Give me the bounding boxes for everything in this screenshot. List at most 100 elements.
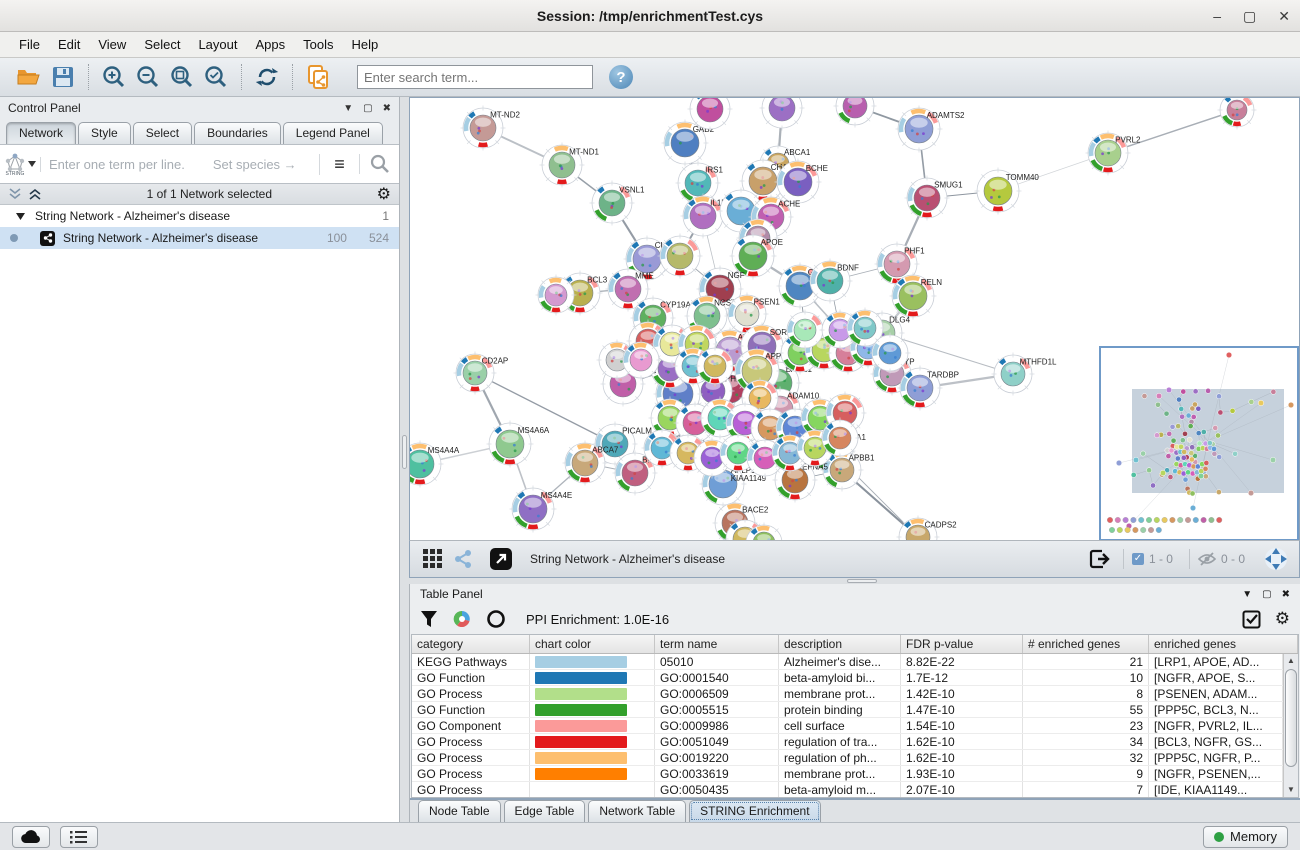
zoom-out-icon[interactable] [131, 61, 165, 93]
close-icon[interactable]: ✕ [1278, 9, 1290, 23]
network-node-vsnl1[interactable]: VSNL1 [590, 181, 646, 226]
export-network-icon[interactable] [1085, 545, 1115, 573]
string-search-icon[interactable] [359, 154, 399, 174]
network-node[interactable] [760, 98, 805, 131]
table-row[interactable]: GO ComponentGO:0009986cell surface1.54E-… [412, 718, 1283, 734]
scroll-down-icon[interactable]: ▼ [1285, 784, 1297, 796]
network-node-mthfd1l[interactable]: MTHFD1L [992, 353, 1058, 396]
filter-icon[interactable] [420, 610, 438, 628]
menu-layout[interactable]: Layout [189, 33, 246, 56]
table-scrollbar[interactable]: ▲ ▼ [1283, 654, 1298, 797]
menu-help[interactable]: Help [343, 33, 388, 56]
network-node-smug1[interactable]: SMUG1 [905, 176, 964, 221]
network-share-button[interactable] [301, 61, 335, 93]
horizontal-splitter[interactable] [409, 578, 1300, 584]
table-settings-gear-icon[interactable]: ⚙ [1275, 609, 1290, 629]
network-collection-row[interactable]: String Network - Alzheimer's disease 1 [0, 205, 399, 227]
table-row[interactable]: GO FunctionGO:0005515protein binding1.47… [412, 702, 1283, 718]
table-row[interactable]: GO FunctionGO:0001540beta-amyloid bi...1… [412, 670, 1283, 686]
network-node[interactable] [785, 310, 826, 351]
scroll-up-icon[interactable]: ▲ [1285, 655, 1297, 667]
column-header-description[interactable]: description [779, 635, 901, 653]
table-row[interactable]: KEGG Pathways05010Alzheimer's dise...8.8… [412, 654, 1283, 670]
grid-view-icon[interactable] [418, 545, 448, 573]
tab-boundaries[interactable]: Boundaries [194, 122, 281, 144]
table-row[interactable]: GO ProcessGO:0033619membrane prot...1.93… [412, 766, 1283, 782]
column-header-fdr-p-value[interactable]: FDR p-value [901, 635, 1023, 653]
table-panel-float-icon[interactable]: ▢ [1262, 589, 1271, 600]
tab-legend-panel[interactable]: Legend Panel [283, 122, 383, 144]
table-row[interactable]: GO ProcessGO:0050435beta-amyloid m...2.0… [412, 782, 1283, 797]
network-node-cd2ap[interactable]: CD2AP [454, 352, 509, 395]
panel-close-icon[interactable]: ✖ [383, 103, 391, 114]
network-node-ms4a4a[interactable]: MS4A4A [410, 441, 460, 488]
network-node[interactable] [695, 346, 736, 387]
zoom-in-icon[interactable] [97, 61, 131, 93]
birds-eye-view[interactable] [1099, 346, 1299, 540]
share-view-icon[interactable] [448, 545, 478, 573]
network-options-gear-icon[interactable]: ⚙ [377, 184, 391, 204]
pie-chart-icon[interactable] [452, 609, 472, 629]
column-header-term-name[interactable]: term name [655, 635, 779, 653]
network-node-adamts2[interactable]: ADAMTS2 [896, 106, 966, 153]
menu-select[interactable]: Select [135, 33, 189, 56]
network-node[interactable] [834, 98, 877, 128]
table-panel-menu-icon[interactable]: ▼ [1242, 589, 1252, 600]
network-node[interactable] [658, 234, 703, 279]
table-panel-close-icon[interactable]: ✖ [1282, 589, 1290, 600]
navigator-compass-icon[interactable] [1261, 545, 1291, 573]
open-session-button[interactable] [12, 61, 46, 93]
tab-edge-table[interactable]: Edge Table [504, 800, 586, 822]
menu-apps[interactable]: Apps [247, 33, 295, 56]
scrollbar-thumb[interactable] [1285, 669, 1297, 767]
panel-menu-icon[interactable]: ▼ [343, 103, 353, 114]
zoom-fit-icon[interactable] [165, 61, 199, 93]
refresh-icon[interactable] [250, 61, 284, 93]
column-header-chart-color[interactable]: chart color [530, 635, 655, 653]
network-node[interactable] [536, 275, 577, 316]
column-header-category[interactable]: category [412, 635, 530, 653]
memory-button[interactable]: Memory [1203, 826, 1288, 848]
network-node-pvrl2[interactable]: PVRL2 [1086, 131, 1142, 176]
zoom-selected-icon[interactable] [199, 61, 233, 93]
tab-string-enrichment[interactable]: STRING Enrichment [689, 800, 820, 822]
column-header--enriched-genes[interactable]: # enriched genes [1023, 635, 1149, 653]
column-header-enriched-genes[interactable]: enriched genes [1149, 635, 1298, 653]
network-node-cadps2[interactable]: CADPS2 [897, 516, 958, 541]
maximize-icon[interactable]: ▢ [1243, 9, 1256, 23]
panel-float-icon[interactable]: ▢ [363, 103, 372, 114]
ring-chart-icon[interactable] [486, 609, 506, 629]
network-node-il1b[interactable]: IL1B [681, 194, 727, 239]
table-row[interactable]: GO ProcessGO:0006509membrane prot...1.42… [412, 686, 1283, 702]
tab-network-table[interactable]: Network Table [588, 800, 686, 822]
network-row-selected[interactable]: String Network - Alzheimer's disease 100… [0, 227, 399, 249]
minimize-icon[interactable]: – [1213, 9, 1221, 23]
cloud-tasks-button[interactable] [12, 826, 50, 848]
network-node-ms4a6a[interactable]: MS4A6A [487, 421, 550, 468]
string-provider-button[interactable]: STRING [0, 152, 40, 176]
select-columns-icon[interactable] [1242, 610, 1261, 629]
network-node[interactable] [820, 418, 861, 459]
tab-select[interactable]: Select [133, 122, 192, 144]
network-node[interactable] [870, 333, 911, 374]
tree-expand-icon[interactable] [16, 213, 25, 220]
save-session-button[interactable] [46, 61, 80, 93]
string-options-icon[interactable]: ≡ [319, 154, 359, 175]
network-canvas[interactable]: MT-ND2MT-ND1VSNL1GAB2ADAMTS2PVRL2TOMM40S… [409, 97, 1300, 540]
string-query-input[interactable]: Enter one term per line. Set species → [40, 157, 319, 172]
menu-tools[interactable]: Tools [294, 33, 342, 56]
network-node[interactable] [1218, 98, 1257, 130]
network-node-ms4a4e[interactable]: MS4A4E [510, 486, 573, 533]
set-species-label[interactable]: Set species → [213, 157, 297, 172]
table-row[interactable]: GO ProcessGO:0019220regulation of ph...1… [412, 750, 1283, 766]
menu-edit[interactable]: Edit [49, 33, 89, 56]
menu-file[interactable]: File [10, 33, 49, 56]
collapse-all-icon[interactable] [8, 188, 22, 200]
search-input[interactable] [357, 65, 593, 89]
open-in-window-button[interactable] [486, 545, 516, 573]
help-icon[interactable]: ? [609, 65, 633, 89]
network-node-mt-nd2[interactable]: MT-ND2 [461, 106, 521, 151]
expand-all-icon[interactable] [28, 188, 42, 200]
tab-style[interactable]: Style [78, 122, 131, 144]
network-node[interactable] [621, 340, 662, 381]
